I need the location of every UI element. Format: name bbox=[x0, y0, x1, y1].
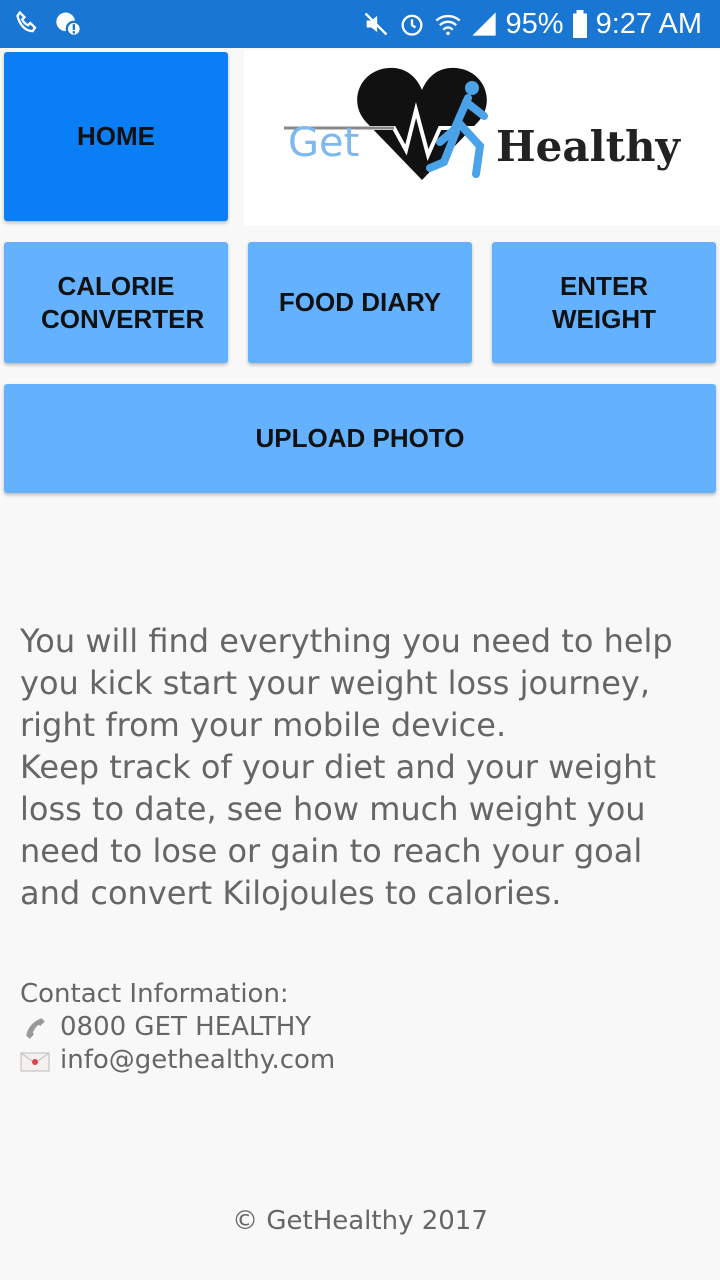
battery-icon bbox=[572, 10, 588, 38]
contact-phone[interactable]: 0800 GET HEALTHY bbox=[60, 1011, 311, 1044]
intro-paragraph-1: You will find everything you need to hel… bbox=[20, 622, 673, 744]
contact-heading: Contact Information: bbox=[20, 979, 289, 1009]
alarm-icon bbox=[398, 10, 426, 38]
chat-alert-icon bbox=[54, 9, 83, 37]
copyright-footer: © GetHealthy 2017 bbox=[232, 1206, 488, 1236]
envelope-icon bbox=[20, 1048, 50, 1074]
enter-weight-button[interactable]: ENTER WEIGHT bbox=[492, 242, 716, 363]
mute-icon bbox=[362, 10, 390, 38]
signal-icon bbox=[470, 10, 498, 38]
calorie-converter-label: CALORIE CONVERTER bbox=[41, 270, 205, 334]
logo-word-get: Get bbox=[288, 120, 360, 166]
contact-section: Contact Information: 0800 GET HEALTHY in… bbox=[20, 978, 335, 1077]
phone-signal-icon bbox=[14, 9, 42, 37]
gethealthy-logo: Get Healthy bbox=[244, 50, 720, 226]
logo-word-healthy: Healthy bbox=[496, 122, 680, 171]
home-button[interactable]: HOME bbox=[4, 52, 228, 221]
food-diary-button[interactable]: FOOD DIARY bbox=[248, 242, 472, 363]
calorie-converter-button[interactable]: CALORIE CONVERTER bbox=[4, 242, 228, 363]
battery-percent: 95% bbox=[505, 7, 564, 40]
wifi-icon bbox=[434, 10, 462, 38]
upload-photo-button[interactable]: UPLOAD PHOTO bbox=[4, 384, 716, 493]
enter-weight-label: ENTER WEIGHT bbox=[552, 270, 656, 334]
contact-email[interactable]: info@gethealthy.com bbox=[60, 1044, 335, 1077]
phone-icon bbox=[20, 1015, 50, 1041]
status-bar: 95% 9:27 AM bbox=[0, 0, 720, 48]
intro-text: You will find everything you need to hel… bbox=[20, 620, 700, 914]
clock: 9:27 AM bbox=[595, 7, 702, 40]
intro-paragraph-2: Keep track of your diet and your weight … bbox=[20, 748, 656, 912]
